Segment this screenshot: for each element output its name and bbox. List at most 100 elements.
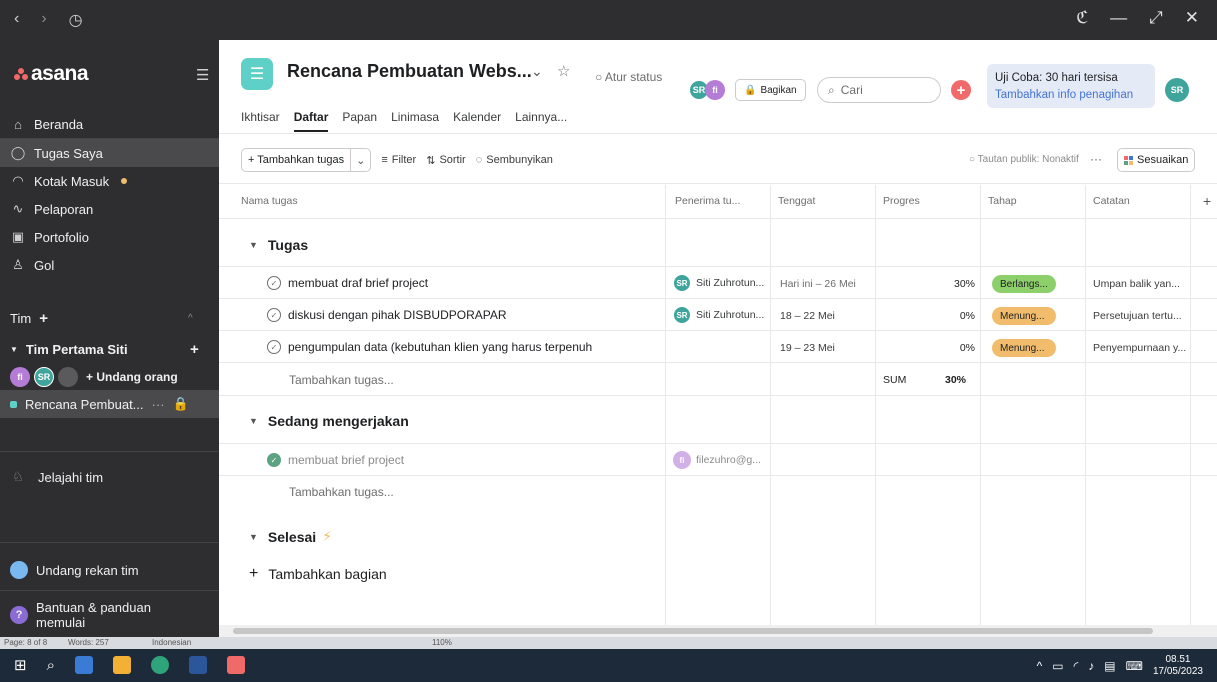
task-assignee[interactable]: SR Siti Zuhrotun... [673,274,773,292]
add-column-button[interactable]: + [1203,193,1211,209]
chevron-down-icon[interactable]: ⌄ [531,63,543,80]
task-progress[interactable]: 30% [879,278,975,290]
back-button[interactable]: ‹ [14,10,19,30]
asana-app-icon[interactable] [226,656,245,674]
sort-button[interactable]: ⇅ Sortir [426,154,466,167]
asana-logo[interactable]: asana [14,62,89,86]
add-to-team-button[interactable]: + [190,341,199,358]
hide-button[interactable]: ◌ Sembunyikan [476,154,553,166]
check-icon[interactable]: ✓ [267,308,281,322]
chevron-down-icon[interactable]: ⌄ [351,149,370,171]
section-header[interactable]: ▼ Selesai ⚡ [249,528,332,545]
add-team-button[interactable]: + [39,310,48,327]
check-icon[interactable]: ✓ [267,453,281,467]
add-task-button[interactable]: + Tambahkan tugas ⌄ [241,148,372,172]
avatar[interactable]: fi [10,367,30,387]
user-avatar[interactable]: SR [1165,78,1189,102]
sidebar-team-header[interactable]: Tim + ^ [0,304,219,332]
keyboard-icon[interactable]: ⌨ [1126,659,1143,673]
share-button[interactable]: 🔒 Bagikan [735,79,806,101]
trial-banner[interactable]: Uji Coba: 30 hari tersisa Tambahkan info… [987,64,1155,108]
history-icon[interactable]: ◷ [69,10,83,30]
task-progress[interactable]: 0% [879,342,975,354]
project-title[interactable]: Rencana Pembuatan Webs... [287,61,532,82]
caret-down-icon[interactable]: ▼ [249,532,258,542]
more-options-button[interactable]: ··· [1090,152,1102,166]
minimize-button[interactable]: — [1110,8,1127,28]
invite-teammate-button[interactable]: Undang rekan tim [0,556,219,584]
task-due-date[interactable]: 19 – 23 Mei [780,342,835,354]
sidebar-explore-teams[interactable]: ♘ Jelajahi tim [0,463,219,491]
filter-button[interactable]: ≡ Filter [381,154,416,166]
task-row[interactable]: ✓ diskusi dengan pihak DISBUDPORAPAR [267,308,667,322]
windows-start-icon[interactable]: ⊞ [14,656,27,674]
sidebar-item-project[interactable]: Rencana Pembuat... ··· 🔒 [0,390,219,418]
edge-browser-icon[interactable] [150,656,169,674]
task-assignee[interactable]: SR Siti Zuhrotun... [673,306,773,324]
system-clock[interactable]: 08.51 17/05/2023 [1153,654,1203,678]
caret-down-icon[interactable]: ▼ [249,416,258,426]
sidebar-item-home[interactable]: ⌂ Beranda [0,110,219,138]
theme-icon[interactable]: ℭ [1076,8,1088,28]
task-due-date[interactable]: Hari ini – 26 Mei [780,278,856,290]
star-icon[interactable]: ☆ [557,62,570,80]
tab-calendar[interactable]: Kalender [453,110,501,132]
column-header-assignee[interactable]: Penerima tu... [667,185,767,218]
column-header-task-name[interactable]: Nama tugas [233,185,653,218]
invite-people-button[interactable]: + Undang orang [86,370,178,384]
add-billing-link[interactable]: Tambahkan info penagihan [995,87,1147,104]
task-row[interactable]: ✓ pengumpulan data (kebutuhan klien yang… [267,340,657,354]
more-icon[interactable]: ··· [152,397,165,412]
chevron-up-icon[interactable]: ^ [1037,659,1043,673]
tab-timeline[interactable]: Linimasa [391,110,439,132]
column-header-stage[interactable]: Tahap [980,185,1080,218]
volume-icon[interactable]: ♪ [1088,659,1094,673]
forward-button[interactable]: › [41,10,46,30]
file-explorer-icon[interactable] [112,656,131,674]
task-assignee[interactable]: fi filezuhro@g... [673,451,773,469]
task-row[interactable]: ✓ membuat draf brief project [267,276,667,290]
horizontal-scrollbar[interactable] [219,625,1217,637]
public-link-status[interactable]: ○ Tautan publik: Nonaktif [969,154,1079,165]
set-status-button[interactable]: ○ Atur status [595,70,662,84]
wifi-icon[interactable]: ◜ [1074,659,1079,673]
check-icon[interactable]: ✓ [267,276,281,290]
task-note[interactable]: Umpan balik yan... [1093,278,1189,290]
section-header[interactable]: ▼ Tugas [249,237,308,253]
task-row[interactable]: ✓ membuat brief project [267,453,667,467]
add-section-button[interactable]: + Tambahkan bagian [249,565,387,583]
help-button[interactable]: ? Bantuan & panduan memulai [0,598,219,632]
sidebar-item-goals[interactable]: ♙ Gol [0,251,219,279]
search-icon[interactable]: ⌕ [47,657,55,674]
tab-board[interactable]: Papan [342,110,377,132]
sidebar-item-portfolio[interactable]: ▣ Portofolio [0,223,219,251]
tab-list[interactable]: Daftar [293,110,329,132]
maximize-button[interactable]: ⤢ [1149,8,1163,28]
add-task-link[interactable]: Tambahkan tugas... [289,373,394,387]
network-icon[interactable]: ▭ [1052,659,1063,673]
section-header[interactable]: ▼ Sedang mengerjakan [249,413,409,429]
create-button[interactable]: + [951,80,971,100]
word-icon[interactable] [188,656,207,674]
list-icon[interactable]: ☰ [241,58,273,90]
check-icon[interactable]: ✓ [267,340,281,354]
task-note[interactable]: Penyempurnaan y... [1093,342,1189,354]
column-header-notes[interactable]: Catatan [1085,185,1185,218]
task-stage-badge[interactable]: Menung... [992,307,1056,325]
column-header-due-date[interactable]: Tenggat [770,185,870,218]
sidebar-item-inbox[interactable]: ◠ Kotak Masuk [0,167,219,195]
notification-icon[interactable]: ▤ [1104,659,1115,673]
task-progress[interactable]: 0% [879,310,975,322]
collapse-sidebar-icon[interactable]: ☰ [196,66,209,84]
close-button[interactable]: ✕ [1185,8,1199,28]
add-task-link[interactable]: Tambahkan tugas... [289,485,394,499]
search-input[interactable]: ⌕ Cari [817,77,941,103]
caret-down-icon[interactable]: ▼ [249,240,258,250]
sidebar-item-reporting[interactable]: ∿ Pelaporan [0,195,219,223]
task-note[interactable]: Persetujuan tertu... [1093,310,1189,322]
sidebar-team-name[interactable]: ▼ Tim Pertama Siti + [0,335,219,363]
chevron-up-icon[interactable]: ^ [188,313,193,324]
customize-button[interactable]: Sesuaikan [1117,148,1196,172]
avatar[interactable]: SR [34,367,54,387]
task-stage-badge[interactable]: Menung... [992,339,1056,357]
